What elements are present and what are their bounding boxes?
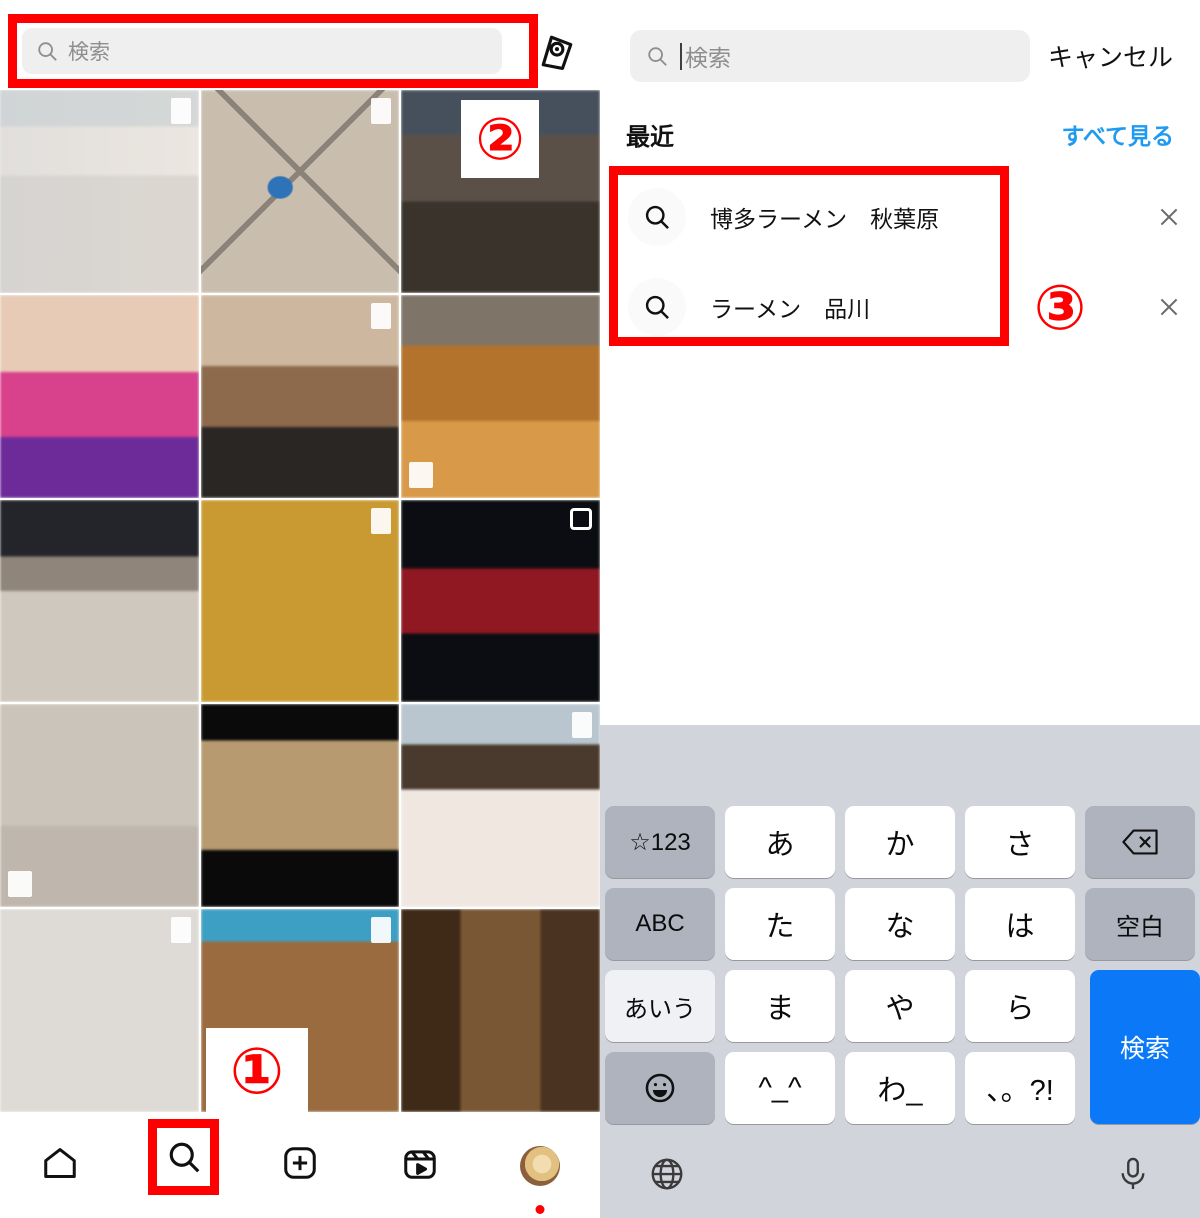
key-punctuation[interactable]: 、。?! — [965, 1052, 1075, 1124]
key-sa[interactable]: さ — [965, 806, 1075, 878]
close-icon[interactable] — [1152, 200, 1186, 234]
carousel-badge-icon — [371, 507, 392, 534]
search-icon — [628, 188, 686, 246]
search-input-placeholder: 検索 — [685, 45, 731, 71]
search-icon — [628, 278, 686, 336]
explore-photo-grid[interactable] — [0, 90, 600, 1112]
see-all-link[interactable]: すべて見る — [1062, 117, 1174, 151]
key-a[interactable]: あ — [725, 806, 835, 878]
carousel-badge-icon — [409, 461, 434, 488]
grid-cell[interactable] — [0, 499, 199, 703]
key-emoji[interactable] — [605, 1052, 715, 1124]
nav-reels-button[interactable] — [388, 1134, 452, 1198]
keyboard-row: ABC た な は 空白 — [600, 888, 1200, 960]
carousel-badge-icon — [371, 917, 392, 944]
key-symbols[interactable]: ☆123 — [605, 806, 715, 878]
recent-section-header: 最近 すべて見る — [600, 105, 1200, 163]
carousel-badge-icon — [8, 871, 32, 898]
grid-cell[interactable] — [0, 909, 199, 1112]
grid-cell[interactable] — [0, 90, 199, 293]
nav-home-button[interactable] — [28, 1134, 92, 1198]
key-kaomoji[interactable]: ^_^ — [725, 1052, 835, 1124]
microphone-icon[interactable] — [1114, 1155, 1152, 1198]
search-bar-row: 検索 キャンセル — [600, 0, 1200, 96]
search-input-placeholder: 検索 — [68, 41, 110, 64]
nav-create-button[interactable] — [268, 1134, 332, 1198]
key-search-enter[interactable]: 検索 — [1090, 970, 1200, 1124]
map-pin-icon[interactable] — [535, 28, 579, 74]
grid-cell[interactable] — [200, 90, 400, 293]
key-space[interactable]: 空白 — [1085, 888, 1195, 960]
nav-profile-button[interactable] — [508, 1134, 572, 1214]
nav-search-icon-highlighted[interactable] — [157, 1128, 210, 1186]
key-ka[interactable]: か — [845, 806, 955, 878]
grid-cell[interactable] — [0, 294, 199, 498]
grid-cell[interactable] — [401, 294, 600, 498]
reel-badge-icon — [570, 507, 592, 530]
explore-search-bar-row: 検索 — [0, 0, 600, 90]
carousel-badge-icon — [170, 98, 191, 124]
cancel-button[interactable]: キャンセル — [1048, 30, 1173, 82]
search-icon — [646, 45, 668, 67]
notification-dot — [535, 1204, 545, 1214]
key-abc[interactable]: ABC — [605, 888, 715, 960]
plus-square-icon — [281, 1144, 319, 1187]
recent-search-item[interactable]: 博多ラーメン 秋葉原 — [600, 172, 1200, 262]
recent-search-label: 博多ラーメン 秋葉原 — [710, 206, 940, 232]
grid-cell[interactable] — [200, 294, 400, 498]
grid-cell[interactable] — [401, 909, 600, 1112]
grid-cell[interactable] — [0, 704, 199, 908]
text-cursor — [680, 42, 682, 70]
search-icon — [36, 40, 58, 62]
annotation-marker-1: ① — [206, 1028, 308, 1116]
avatar[interactable] — [520, 1145, 560, 1186]
close-icon[interactable] — [1152, 290, 1186, 324]
bottom-navigation-bar[interactable] — [0, 1112, 600, 1218]
key-backspace[interactable] — [1085, 806, 1195, 878]
keyboard-row: ☆123 あ か さ — [600, 806, 1200, 878]
grid-cell[interactable] — [200, 499, 400, 703]
recent-search-label: ラーメン 品川 — [710, 296, 871, 322]
search-input[interactable]: 検索 — [22, 28, 502, 74]
carousel-badge-icon — [170, 917, 191, 944]
keyboard-bottom-row — [600, 1135, 1200, 1218]
carousel-badge-icon — [371, 302, 392, 329]
carousel-badge-icon — [371, 98, 392, 124]
globe-icon[interactable] — [648, 1155, 686, 1198]
key-ha[interactable]: は — [965, 888, 1075, 960]
recent-title: 最近 — [626, 123, 674, 151]
grid-cell[interactable] — [401, 499, 600, 703]
carousel-badge-icon — [572, 712, 592, 739]
key-na[interactable]: な — [845, 888, 955, 960]
annotation-marker-2: ② — [461, 100, 539, 178]
key-ma[interactable]: ま — [725, 970, 835, 1042]
key-wa[interactable]: わ_ — [845, 1052, 955, 1124]
reels-icon — [401, 1144, 439, 1187]
grid-cell[interactable] — [401, 704, 600, 908]
annotation-marker-3: ③ — [1033, 270, 1087, 344]
key-ta[interactable]: た — [725, 888, 835, 960]
key-aiu[interactable]: あいう — [605, 970, 715, 1042]
key-ra[interactable]: ら — [965, 970, 1075, 1042]
home-icon — [41, 1144, 79, 1187]
search-input[interactable]: 検索 — [630, 30, 1030, 82]
recent-search-item[interactable]: ラーメン 品川 — [600, 262, 1200, 352]
grid-cell[interactable] — [200, 704, 400, 908]
key-ya[interactable]: や — [845, 970, 955, 1042]
